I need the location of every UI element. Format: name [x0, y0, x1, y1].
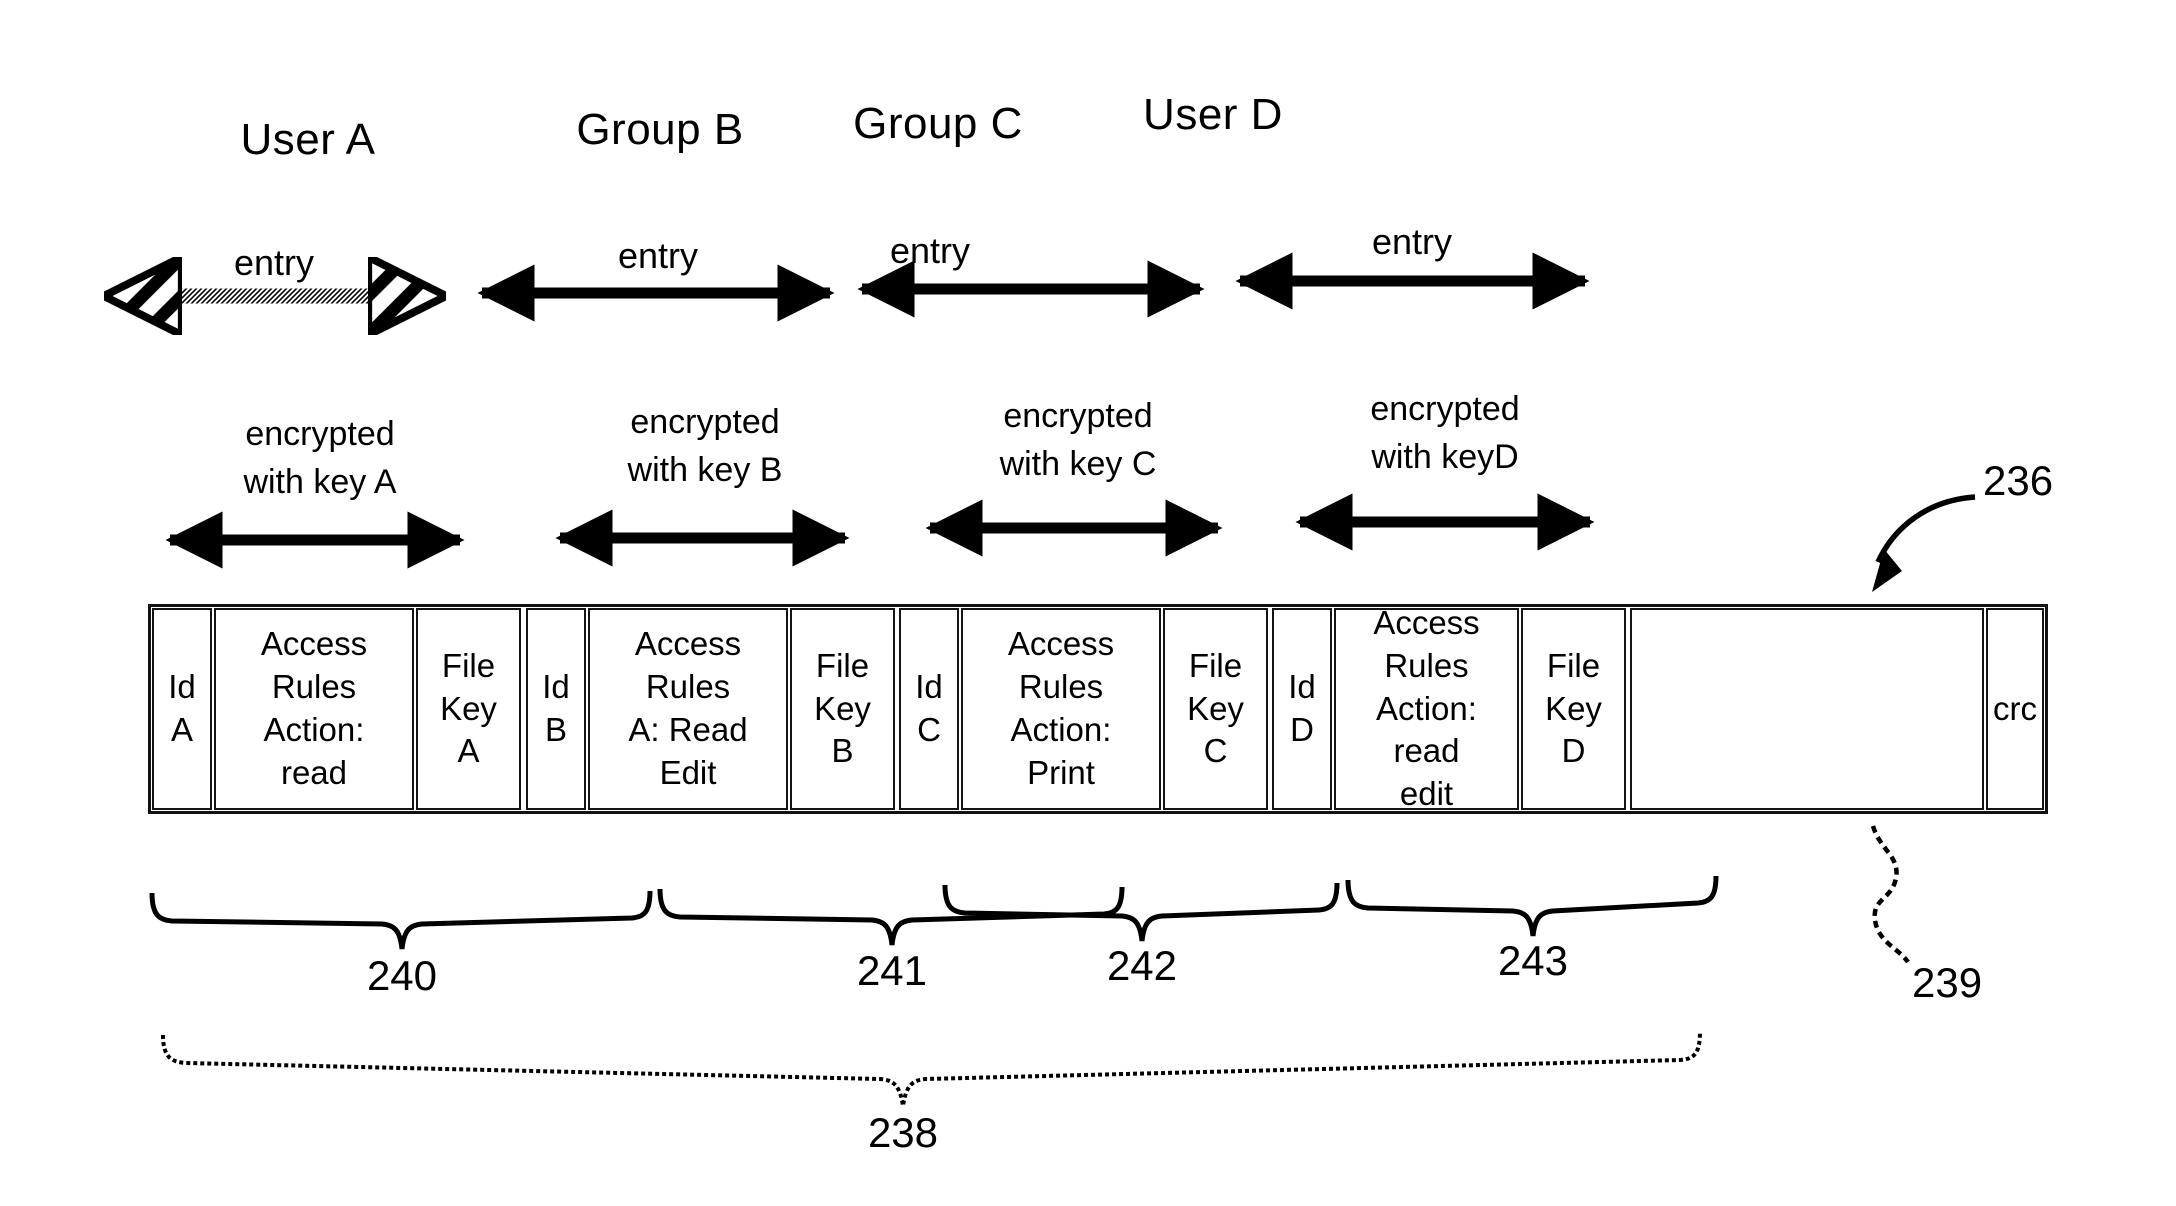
refnum-240: 240: [366, 952, 438, 999]
refnum-243: 243: [1497, 937, 1569, 984]
cell-id-b-text: Id B: [542, 668, 570, 748]
cell-id-a-text: Id A: [168, 668, 196, 748]
cell-id-a: Id A: [152, 608, 212, 810]
key-label-b: encrypted with key B: [545, 398, 865, 495]
refnum-239: 239: [1912, 959, 1983, 1006]
cell-id-c: Id C: [899, 608, 959, 810]
key-label-d-line1: encrypted: [1370, 390, 1520, 428]
key-label-a-line2: with key A: [243, 463, 397, 502]
key-label-a-line1: encrypted: [245, 415, 395, 453]
party-label-group-b: Group B: [576, 105, 744, 154]
cell-id-d: Id D: [1272, 608, 1332, 810]
cell-filekey-c-text: File Key C: [1187, 646, 1244, 770]
cell-rules-a: Access Rules Action: read: [214, 608, 414, 810]
cell-id-d-text: Id D: [1288, 668, 1316, 748]
encrypted-file-record: Id A Access Rules Action: read File Key A Id B …: [148, 604, 2048, 814]
cell-filekey-b: File Key B: [790, 608, 895, 810]
cell-encrypted-document: [1630, 608, 1984, 810]
party-label-user-a: User A: [240, 115, 376, 164]
cell-filekey-d: File Key D: [1521, 608, 1626, 810]
refnum-242: 242: [1106, 942, 1178, 989]
patent-figure: User A Group B Group C User D entry entr…: [0, 0, 2176, 1206]
party-label-group-c: Group C: [853, 99, 1023, 148]
entry-label-user-d: entry: [1371, 221, 1453, 262]
cell-filekey-a-text: File Key A: [440, 646, 497, 770]
key-label-c-line1: encrypted: [1003, 397, 1153, 435]
leader-236: [1872, 494, 1976, 592]
cell-crc-text: crc: [1993, 689, 2037, 727]
entry-label-group-c: entry: [889, 230, 971, 271]
cell-rules-b-text: Access Rules A: Read Edit: [628, 625, 748, 791]
brace-240: [149, 890, 653, 950]
cell-rules-d: Access Rules Action: read edit: [1334, 608, 1519, 810]
cell-filekey-b-text: File Key B: [814, 646, 871, 770]
key-label-c-line2: with key C: [999, 445, 1157, 484]
key-label-c: encrypted with key C: [918, 392, 1238, 489]
brace-238: [161, 1030, 1702, 1107]
leader-239: [1870, 825, 1910, 964]
cell-rules-c: Access Rules Action: Print: [961, 608, 1161, 810]
cell-id-c-text: Id C: [915, 668, 943, 748]
refnum-238: 238: [867, 1109, 939, 1156]
cell-crc: crc: [1986, 608, 2044, 810]
cell-rules-b: Access Rules A: Read Edit: [588, 608, 788, 810]
brace-241: [657, 886, 1125, 946]
cell-filekey-c: File Key C: [1163, 608, 1268, 810]
refnum-241: 241: [856, 947, 928, 994]
cell-filekey-a: File Key A: [416, 608, 521, 810]
refnum-236: 236: [1983, 457, 2054, 504]
key-label-d-line2: with keyD: [1371, 438, 1519, 477]
key-label-a: encrypted with key A: [160, 410, 480, 507]
party-label-user-d: User D: [1143, 90, 1283, 139]
cell-rules-d-text: Access Rules Action: read edit: [1373, 608, 1480, 810]
brace-243: [1345, 875, 1719, 937]
cell-rules-c-text: Access Rules Action: Print: [1007, 625, 1115, 791]
cell-filekey-d-text: File Key D: [1545, 646, 1602, 770]
entry-label-user-a: entry: [233, 242, 315, 283]
cell-rules-a-text: Access Rules Action: read: [260, 625, 368, 791]
key-label-d: encrypted with keyD: [1285, 385, 1605, 482]
key-label-b-line1: encrypted: [630, 403, 780, 441]
brace-242b: [942, 882, 1340, 942]
entry-label-group-b: entry: [617, 235, 699, 276]
key-label-b-line2: with key B: [627, 451, 783, 490]
cell-id-b: Id B: [526, 608, 586, 810]
diagram-overlay: [0, 0, 1976, 1107]
